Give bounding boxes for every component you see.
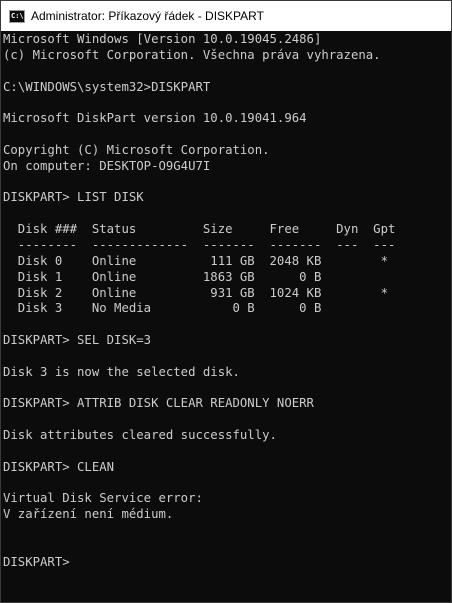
console-line: Copyright (C) Microsoft Corporation.	[3, 142, 270, 157]
window-title: Administrator: Příkazový řádek - DISKPAR…	[31, 9, 264, 23]
console-window: C:\ Administrator: Příkazový řádek - DIS…	[0, 0, 452, 603]
console-output[interactable]: Microsoft Windows [Version 10.0.19045.24…	[3, 32, 449, 600]
console-line: C:\WINDOWS\system32>DISKPART	[3, 79, 211, 94]
console-line: DISKPART> SEL DISK=3	[3, 333, 152, 348]
console-line: Disk 3 No Media 0 B 0 B	[3, 301, 322, 316]
console-line: DISKPART> LIST DISK	[3, 190, 144, 205]
console-line: Disk 2 Online 931 GB 1024 KB *	[3, 285, 388, 300]
console-line: DISKPART> ATTRIB DISK CLEAR READONLY NOE…	[3, 396, 314, 411]
console-line: On computer: DESKTOP-O9G4U7I	[3, 158, 211, 173]
console-line: DISKPART>	[3, 554, 70, 569]
console-line: Disk attributes cleared successfully.	[3, 428, 277, 443]
title-bar[interactable]: C:\ Administrator: Příkazový řádek - DIS…	[1, 1, 451, 31]
console-line: Virtual Disk Service error:	[3, 491, 203, 506]
console-line: (c) Microsoft Corporation. Všechna práva…	[3, 47, 381, 62]
console-line: DISKPART> CLEAN	[3, 459, 115, 474]
command-prompt-icon: C:\	[9, 9, 25, 23]
console-line: Disk 3 is now the selected disk.	[3, 364, 240, 379]
console-line: Microsoft DiskPart version 10.0.19041.96…	[3, 111, 307, 126]
console-line: Disk ### Status Size Free Dyn Gpt	[3, 222, 396, 237]
console-line: V zařízení není médium.	[3, 507, 174, 522]
console-line: -------- ------------- ------- ------- -…	[3, 237, 396, 252]
console-line: Disk 0 Online 111 GB 2048 KB *	[3, 253, 388, 268]
console-line: Disk 1 Online 1863 GB 0 B	[3, 269, 322, 284]
console-line: Microsoft Windows [Version 10.0.19045.24…	[3, 32, 322, 46]
